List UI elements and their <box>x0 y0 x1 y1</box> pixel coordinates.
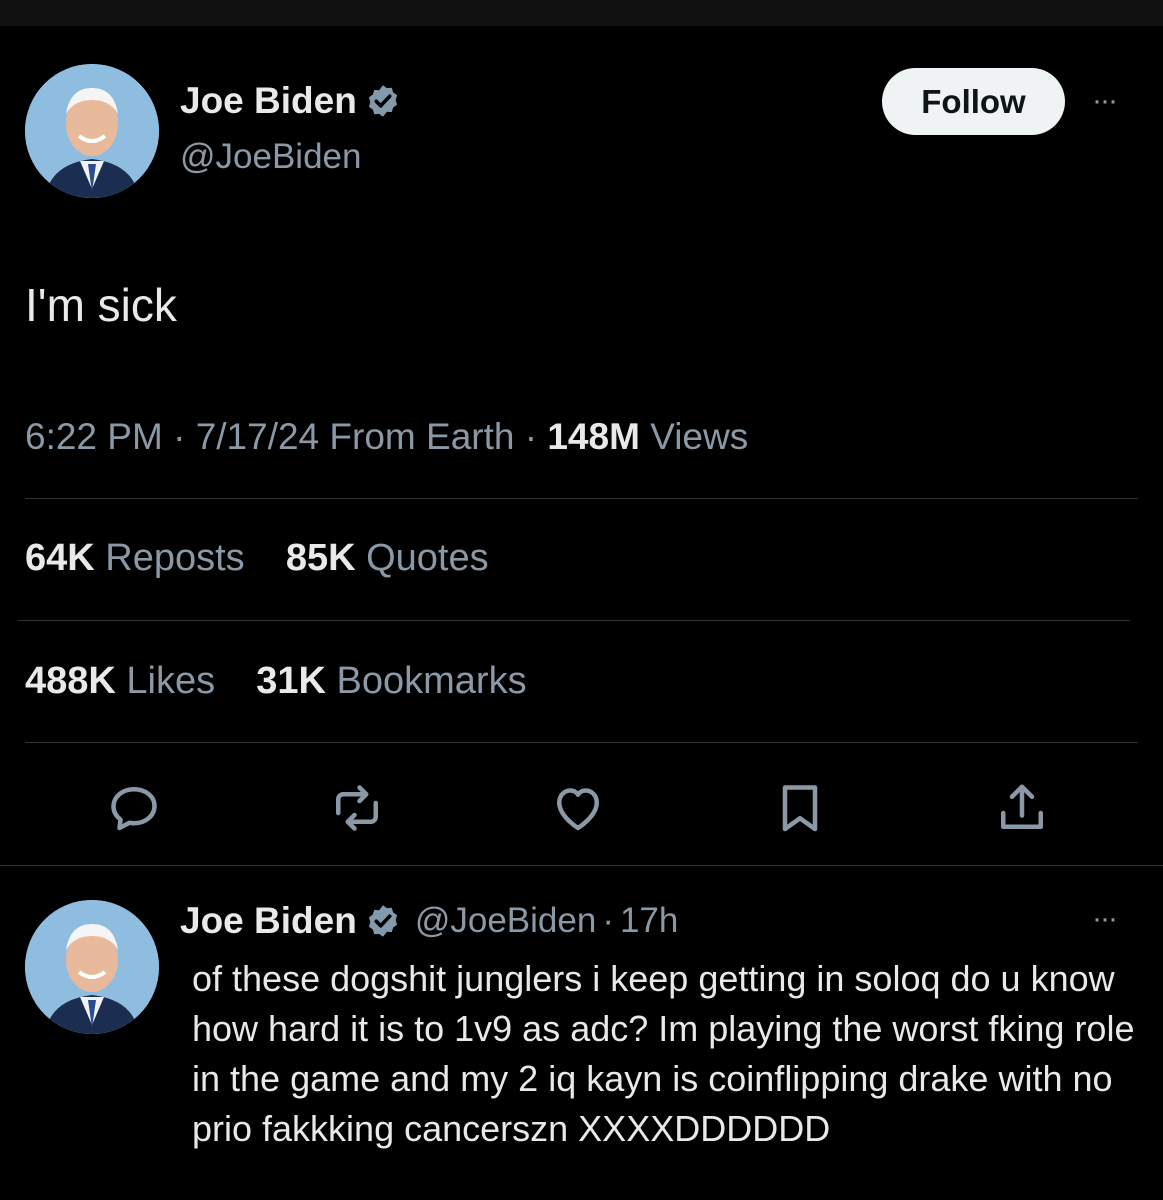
reply-author-handle[interactable]: @JoeBiden <box>415 901 596 941</box>
engagement-row-2: 488K Likes 31K Bookmarks <box>25 660 527 703</box>
divider <box>18 620 1130 621</box>
verified-badge-icon <box>368 905 397 937</box>
reposts-stat[interactable]: 64K Reposts <box>25 537 255 579</box>
reply-author-avatar[interactable] <box>25 900 159 1034</box>
reposts-label: Reposts <box>105 537 245 579</box>
reply-author-name[interactable]: Joe Biden <box>180 900 357 942</box>
verified-badge-icon <box>368 85 397 117</box>
views-label: Views <box>650 416 749 457</box>
tweet-meta: 6:22 PM · 7/17/24 From Earth · 148M View… <box>25 416 748 458</box>
reply-icon[interactable] <box>104 778 164 838</box>
reply-time[interactable]: 17h <box>620 901 678 941</box>
quotes-count: 85K <box>285 537 356 579</box>
author-name[interactable]: Joe Biden <box>180 80 401 122</box>
more-options-icon[interactable]: ··· <box>1092 84 1118 118</box>
bookmarks-count: 31K <box>256 660 326 702</box>
likes-stat[interactable]: 488K Likes <box>25 660 226 702</box>
divider <box>25 498 1138 499</box>
reply-author-row: Joe Biden @JoeBiden · 17h <box>180 900 678 942</box>
tweet-text: I'm sick <box>25 279 177 331</box>
quotes-label: Quotes <box>366 537 489 579</box>
bookmarks-label: Bookmarks <box>336 660 527 702</box>
engagement-row-1: 64K Reposts 85K Quotes <box>25 537 489 580</box>
bookmark-icon[interactable] <box>770 778 830 838</box>
tweet-date[interactable]: 7/17/24 <box>196 416 319 457</box>
bookmarks-stat[interactable]: 31K Bookmarks <box>256 660 526 702</box>
author-avatar[interactable] <box>25 64 159 198</box>
share-icon[interactable] <box>992 778 1052 838</box>
tweet-location: From Earth <box>329 416 515 457</box>
repost-icon[interactable] <box>327 778 387 838</box>
divider <box>0 865 1163 866</box>
status-bar <box>0 0 1163 26</box>
reply-more-options-icon[interactable]: ··· <box>1092 902 1118 936</box>
reply-text: of these dogshit junglers i keep getting… <box>192 958 1135 1149</box>
meta-separator: · <box>524 416 538 457</box>
reply-separator: · <box>602 901 614 940</box>
reposts-count: 64K <box>25 537 95 579</box>
meta-separator: · <box>173 416 186 457</box>
quotes-stat[interactable]: 85K Quotes <box>286 537 489 579</box>
likes-label: Likes <box>126 660 216 702</box>
likes-count: 488K <box>25 660 116 702</box>
follow-button[interactable]: Follow <box>882 68 1065 135</box>
tweet-time[interactable]: 6:22 PM <box>25 416 163 457</box>
divider <box>25 742 1138 743</box>
like-icon[interactable] <box>548 778 608 838</box>
author-handle[interactable]: @JoeBiden <box>180 137 361 177</box>
views-count: 148M <box>547 416 640 457</box>
author-name-text: Joe Biden <box>180 80 357 121</box>
